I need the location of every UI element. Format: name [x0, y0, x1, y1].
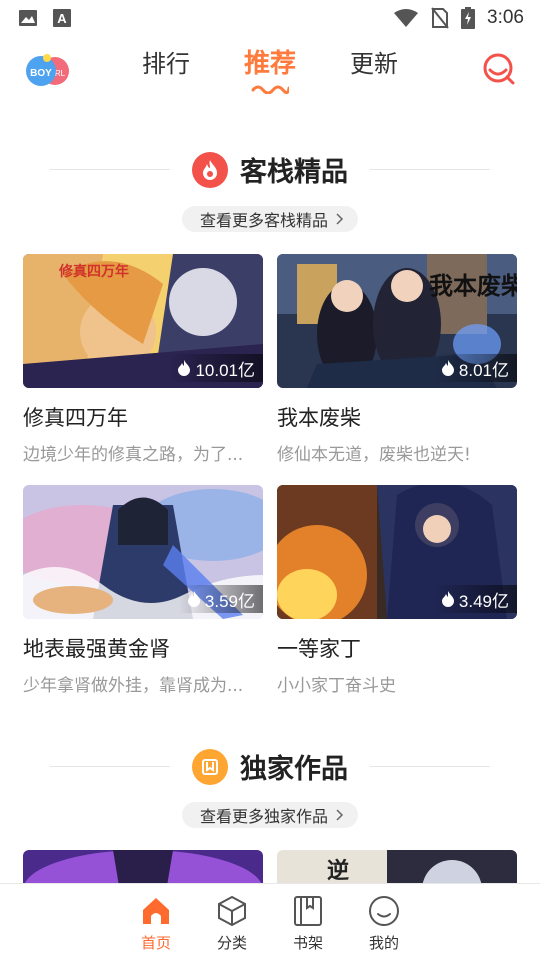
popularity-value: 3.49亿	[458, 591, 509, 611]
divider	[370, 169, 490, 170]
comic-desc: 修仙本无道，废柴也逆天!	[277, 445, 471, 465]
divider	[50, 169, 170, 170]
popularity-value: 10.01亿	[195, 360, 255, 380]
bookshelf-icon	[294, 896, 322, 926]
nav-label: 分类	[216, 934, 247, 952]
chevron-right-icon	[336, 213, 344, 225]
tab-ranking[interactable]: 排行	[142, 46, 190, 94]
comic-card[interactable]: 3.49亿 一等家丁 小小家丁奋斗史	[277, 485, 517, 696]
comic-title: 我本废柴	[277, 406, 361, 430]
more-label: 查看更多独家作品	[199, 807, 329, 826]
nav-label: 首页	[140, 934, 171, 952]
comic-title: 地表最强黄金肾	[23, 637, 170, 661]
top-header: RL BOY 排行 推荐 更新	[0, 40, 540, 100]
comic-card[interactable]: 修真四万年 10.01亿 修真四万年 边境少年的修真之路，为了...	[23, 254, 263, 465]
divider	[370, 766, 490, 767]
status-time: 3:06	[487, 7, 524, 28]
section-title: 独家作品	[240, 754, 348, 785]
comic-cover[interactable]: 3.49亿	[277, 485, 517, 619]
more-exclusive-button[interactable]: 查看更多独家作品	[181, 802, 359, 828]
nav-label: 我的	[368, 934, 399, 952]
cube-icon	[218, 895, 246, 927]
tab-update[interactable]: 更新	[350, 46, 398, 94]
nav-category[interactable]: 分类	[213, 894, 251, 960]
more-label: 查看更多客栈精品	[199, 211, 329, 230]
popularity-badge: 10.01亿	[169, 354, 263, 382]
comic-cover[interactable]: 我本废柴 8.01亿	[277, 254, 517, 388]
status-bar: A 3:06	[0, 0, 540, 36]
flame-icon	[441, 360, 454, 376]
comic-card[interactable]: 我本废柴 8.01亿 我本废柴 修仙本无道，废柴也逆天!	[277, 254, 517, 465]
nav-home[interactable]: 首页	[137, 894, 175, 960]
nav-bookshelf[interactable]: 书架	[289, 894, 327, 960]
tab-recommend[interactable]: 推荐	[244, 46, 296, 94]
nav-profile[interactable]: 我的	[365, 894, 403, 960]
section-header-exclusive: 独家作品	[0, 747, 540, 786]
no-sim-icon	[431, 7, 449, 29]
image-icon	[19, 10, 37, 26]
flame-icon	[441, 591, 454, 607]
popularity-badge: 8.01亿	[432, 354, 517, 382]
popularity-value: 8.01亿	[458, 360, 509, 380]
comic-desc: 小小家丁奋斗史	[277, 676, 396, 696]
cover-logo-text: 修真四万年	[58, 263, 129, 280]
comic-desc: 边境少年的修真之路，为了...	[23, 445, 244, 465]
active-tab-indicator	[251, 85, 289, 94]
comic-title: 修真四万年	[23, 406, 128, 430]
comic-desc: 少年拿肾做外挂，靠肾成为...	[23, 676, 244, 696]
search-icon	[483, 53, 515, 85]
popularity-badge: 3.49亿	[432, 585, 517, 613]
comic-title: 一等家丁	[277, 637, 361, 661]
wifi-icon	[394, 9, 419, 27]
comic-cover[interactable]: 3.59亿	[23, 485, 263, 619]
battery-charging-icon	[461, 7, 476, 29]
cover-logo-text: 逆	[327, 858, 349, 884]
section-title: 客栈精品	[240, 157, 348, 188]
more-featured-button[interactable]: 查看更多客栈精品	[181, 206, 359, 232]
smile-icon	[369, 896, 399, 926]
divider	[50, 766, 170, 767]
home-icon	[143, 898, 169, 924]
comic-card[interactable]: 3.59亿 地表最强黄金肾 少年拿肾做外挂，靠肾成为...	[23, 485, 263, 696]
bottom-nav: 首页 分类 书架 我的	[0, 883, 540, 960]
status-left: A	[18, 8, 72, 28]
section-header-featured: 客栈精品	[0, 150, 540, 189]
popularity-value: 3.59亿	[204, 591, 255, 611]
search-button[interactable]	[482, 52, 516, 86]
status-right: 3:06	[393, 7, 524, 29]
bookmark-icon	[192, 748, 228, 785]
svg-text:A: A	[57, 11, 67, 26]
flame-icon	[187, 591, 200, 607]
font-icon: A	[53, 9, 71, 27]
top-tabs: 排行 推荐 更新	[0, 46, 540, 94]
nav-label: 书架	[292, 934, 323, 952]
popularity-badge: 3.59亿	[178, 585, 263, 613]
cover-logo-text: 我本废柴	[429, 271, 517, 300]
flame-icon	[192, 151, 228, 188]
comic-cover[interactable]: 修真四万年 10.01亿	[23, 254, 263, 388]
flame-icon	[178, 360, 191, 376]
chevron-right-icon	[336, 809, 344, 821]
